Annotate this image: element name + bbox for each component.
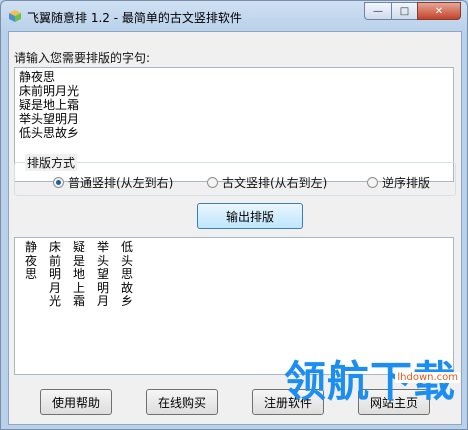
homepage-button[interactable]: 网站主页 xyxy=(358,389,430,415)
radio-unselected-icon xyxy=(367,177,378,188)
client-area: 请输入您需要排版的字句: 静夜思 床前明月光 疑是地上霜 举头望明月 低头思故乡… xyxy=(8,31,462,425)
radio-selected-icon xyxy=(53,177,64,188)
output-column: 举头望明月 xyxy=(96,240,109,308)
output-column: 低头思故乡 xyxy=(120,240,133,308)
output-column: 疑是地上霜 xyxy=(72,240,85,308)
input-line: 疑是地上霜 xyxy=(19,98,80,112)
maximize-button[interactable]: □ xyxy=(391,2,417,20)
radio-label: 逆序排版 xyxy=(382,176,431,190)
output-column: 静夜思 xyxy=(24,240,37,281)
app-cube-icon xyxy=(9,10,21,22)
window-title: 飞翼随意排 1.2 - 最简单的古文竖排软件 xyxy=(27,11,242,25)
title-bar[interactable]: 飞翼随意排 1.2 - 最简单的古文竖排软件 — □ ✕ xyxy=(1,1,467,31)
minimize-button[interactable]: — xyxy=(364,2,391,20)
input-line: 床前明月光 xyxy=(19,84,80,98)
layout-mode-group: 排版方式 普通竖排(从左到右) 古文竖排(从右到左) 逆序排版 xyxy=(14,154,456,196)
radio-reverse[interactable]: 逆序排版 xyxy=(367,174,430,191)
radio-label: 普通竖排(从左到右) xyxy=(68,176,174,190)
input-prompt-label: 请输入您需要排版的字句: xyxy=(14,51,151,65)
output-result-area[interactable]: 静夜思 床前明月光 疑是地上霜 举头望明月 低头思故乡 xyxy=(14,237,454,375)
input-line: 静夜思 xyxy=(19,70,56,84)
buy-online-button[interactable]: 在线购买 xyxy=(146,389,218,415)
window-controls: — □ ✕ xyxy=(364,2,461,20)
radio-classic-vertical[interactable]: 古文竖排(从右到左) xyxy=(207,174,327,191)
input-line: 举头望明月 xyxy=(19,112,80,126)
help-button[interactable]: 使用帮助 xyxy=(40,389,112,415)
output-layout-button[interactable]: 输出排版 xyxy=(197,203,303,229)
output-column: 床前明月光 xyxy=(48,240,61,308)
radio-normal-vertical[interactable]: 普通竖排(从左到右) xyxy=(53,174,173,191)
app-window: 飞翼随意排 1.2 - 最简单的古文竖排软件 — □ ✕ 请输入您需要排版的字句… xyxy=(0,0,468,430)
layout-mode-legend: 排版方式 xyxy=(25,154,78,171)
radio-unselected-icon xyxy=(207,177,218,188)
radio-label: 古文竖排(从右到左) xyxy=(222,176,328,190)
register-button[interactable]: 注册软件 xyxy=(252,389,324,415)
close-button[interactable]: ✕ xyxy=(417,2,461,20)
input-line: 低头思故乡 xyxy=(19,126,80,140)
